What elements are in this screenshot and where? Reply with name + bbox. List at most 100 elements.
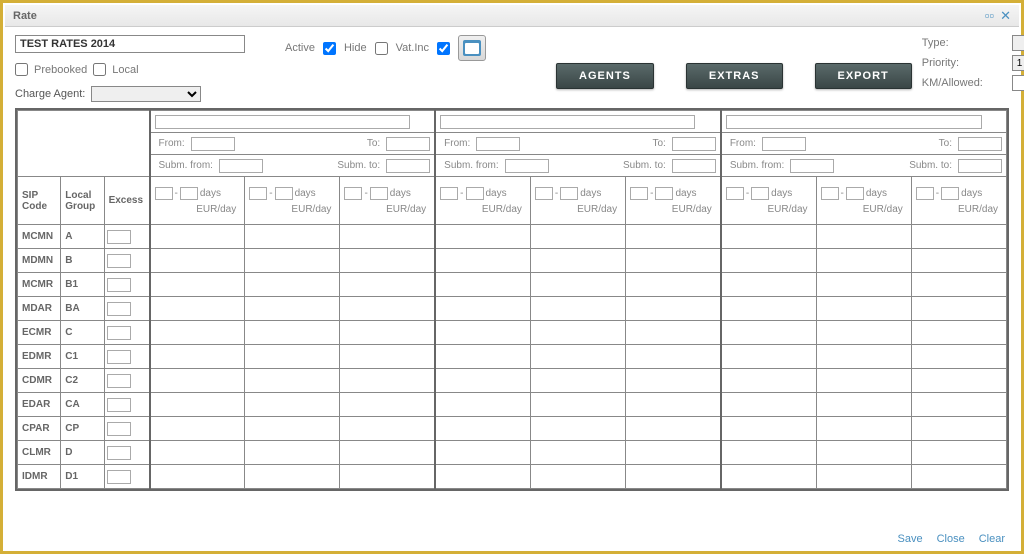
collapse-icon[interactable]: ▫▫ xyxy=(985,8,994,24)
rate-cell[interactable] xyxy=(911,417,1006,441)
rate-cell[interactable] xyxy=(626,369,721,393)
rate-cell[interactable] xyxy=(626,393,721,417)
rate-cell[interactable] xyxy=(626,345,721,369)
rate-cell[interactable] xyxy=(435,417,530,441)
rate-cell[interactable] xyxy=(911,297,1006,321)
rate-cell[interactable] xyxy=(340,249,435,273)
rate-cell[interactable] xyxy=(435,297,530,321)
excess-input[interactable] xyxy=(107,446,131,460)
s1-subfrom-input[interactable] xyxy=(219,159,263,173)
s1-from-input[interactable] xyxy=(191,137,235,151)
rate-cell[interactable] xyxy=(150,249,245,273)
rate-cell[interactable] xyxy=(626,249,721,273)
rate-cell[interactable] xyxy=(150,273,245,297)
rate-cell[interactable] xyxy=(816,369,911,393)
save-link[interactable]: Save xyxy=(898,533,923,545)
rate-cell[interactable] xyxy=(721,249,816,273)
excess-input[interactable] xyxy=(107,374,131,388)
rate-cell[interactable] xyxy=(626,465,721,489)
km-allowed-input[interactable] xyxy=(1012,75,1024,91)
rate-cell[interactable] xyxy=(245,417,340,441)
close-link[interactable]: Close xyxy=(937,533,965,545)
rate-cell[interactable] xyxy=(340,465,435,489)
hide-checkbox[interactable] xyxy=(375,42,388,55)
excess-input[interactable] xyxy=(107,230,131,244)
calendar-button[interactable] xyxy=(458,35,486,61)
rate-cell[interactable] xyxy=(626,417,721,441)
rate-cell[interactable] xyxy=(435,465,530,489)
s1-to-input[interactable] xyxy=(386,137,430,151)
days-from-input[interactable] xyxy=(726,187,744,200)
rate-cell[interactable] xyxy=(721,345,816,369)
days-to-input[interactable] xyxy=(560,187,578,200)
rate-cell[interactable] xyxy=(816,417,911,441)
active-checkbox[interactable] xyxy=(323,42,336,55)
days-to-input[interactable] xyxy=(370,187,388,200)
rate-cell[interactable] xyxy=(626,225,721,249)
rate-cell[interactable] xyxy=(626,297,721,321)
rate-cell[interactable] xyxy=(245,249,340,273)
prebooked-checkbox[interactable] xyxy=(15,63,28,76)
rate-cell[interactable] xyxy=(435,441,530,465)
rate-cell[interactable] xyxy=(150,393,245,417)
rate-cell[interactable] xyxy=(245,297,340,321)
rate-cell[interactable] xyxy=(721,273,816,297)
rate-cell[interactable] xyxy=(816,393,911,417)
rate-cell[interactable] xyxy=(816,297,911,321)
rate-cell[interactable] xyxy=(150,297,245,321)
days-to-input[interactable] xyxy=(941,187,959,200)
s1-subto-input[interactable] xyxy=(386,159,430,173)
season-1-name-input[interactable] xyxy=(155,115,410,129)
rate-cell[interactable] xyxy=(435,345,530,369)
local-checkbox[interactable] xyxy=(93,63,106,76)
rate-cell[interactable] xyxy=(340,441,435,465)
excess-input[interactable] xyxy=(107,350,131,364)
s2-from-input[interactable] xyxy=(476,137,520,151)
type-select[interactable] xyxy=(1012,35,1024,51)
season-2-name-input[interactable] xyxy=(440,115,695,129)
s2-to-input[interactable] xyxy=(672,137,716,151)
rate-cell[interactable] xyxy=(816,249,911,273)
days-to-input[interactable] xyxy=(275,187,293,200)
extras-button[interactable]: EXTRAS xyxy=(686,63,783,89)
rate-cell[interactable] xyxy=(150,417,245,441)
rate-cell[interactable] xyxy=(816,321,911,345)
rate-cell[interactable] xyxy=(245,465,340,489)
vatinc-checkbox[interactable] xyxy=(437,42,450,55)
season-3-name-input[interactable] xyxy=(726,115,982,129)
rate-cell[interactable] xyxy=(626,273,721,297)
rate-cell[interactable] xyxy=(245,273,340,297)
rate-cell[interactable] xyxy=(816,345,911,369)
days-from-input[interactable] xyxy=(916,187,934,200)
rate-cell[interactable] xyxy=(530,345,625,369)
rate-cell[interactable] xyxy=(150,369,245,393)
rate-cell[interactable] xyxy=(245,321,340,345)
rate-cell[interactable] xyxy=(911,273,1006,297)
rate-cell[interactable] xyxy=(530,393,625,417)
days-to-input[interactable] xyxy=(466,187,484,200)
rate-cell[interactable] xyxy=(530,417,625,441)
rate-cell[interactable] xyxy=(721,441,816,465)
rate-cell[interactable] xyxy=(150,225,245,249)
rate-cell[interactable] xyxy=(340,321,435,345)
rate-cell[interactable] xyxy=(340,273,435,297)
rate-cell[interactable] xyxy=(721,225,816,249)
priority-select[interactable]: 1 xyxy=(1012,55,1024,71)
excess-input[interactable] xyxy=(107,398,131,412)
rate-cell[interactable] xyxy=(340,393,435,417)
days-from-input[interactable] xyxy=(249,187,267,200)
rate-cell[interactable] xyxy=(435,393,530,417)
excess-input[interactable] xyxy=(107,302,131,316)
rate-cell[interactable] xyxy=(245,345,340,369)
rate-cell[interactable] xyxy=(340,417,435,441)
rate-cell[interactable] xyxy=(816,225,911,249)
rate-cell[interactable] xyxy=(530,225,625,249)
days-to-input[interactable] xyxy=(846,187,864,200)
rate-cell[interactable] xyxy=(626,441,721,465)
days-to-input[interactable] xyxy=(751,187,769,200)
s2-subfrom-input[interactable] xyxy=(505,159,549,173)
rate-cell[interactable] xyxy=(340,369,435,393)
rate-cell[interactable] xyxy=(911,249,1006,273)
rate-cell[interactable] xyxy=(530,369,625,393)
agents-button[interactable]: AGENTS xyxy=(556,63,654,89)
